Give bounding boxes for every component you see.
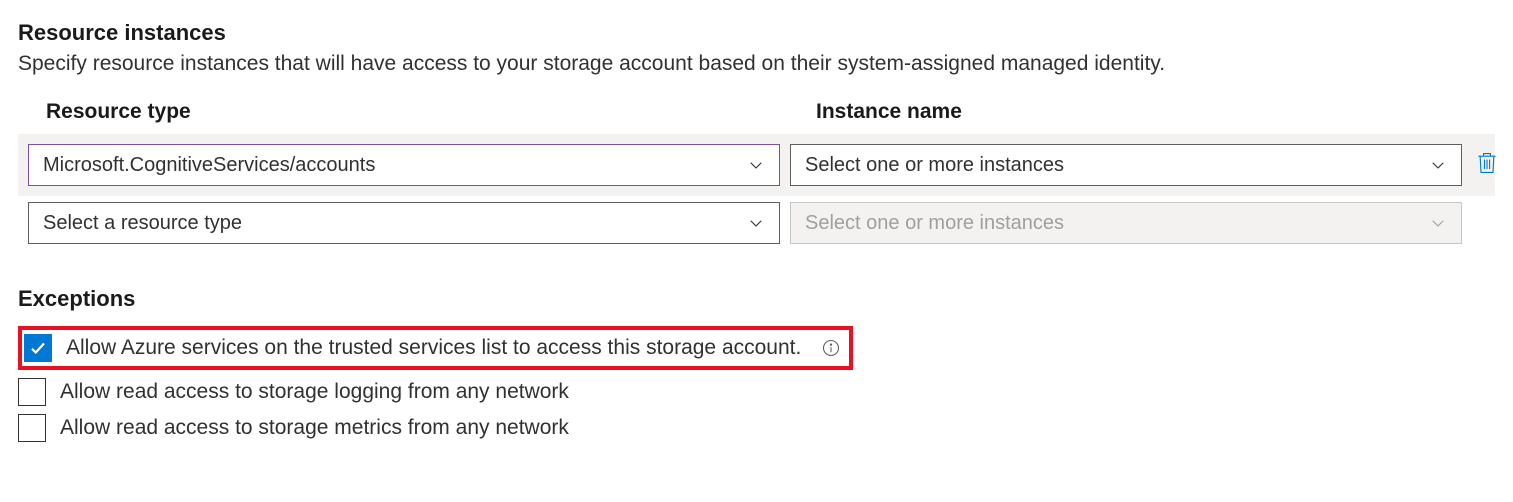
exception-row: Allow read access to storage logging fro… xyxy=(18,374,1495,410)
resource-row: Microsoft.CognitiveServices/accounts Sel… xyxy=(18,134,1495,196)
resource-type-value: Select a resource type xyxy=(43,212,747,235)
column-headers: Resource type Instance name xyxy=(18,100,1495,134)
instance-name-value: Select one or more instances xyxy=(805,154,1429,177)
highlight-annotation: Allow Azure services on the trusted serv… xyxy=(18,326,853,370)
column-header-resource-type: Resource type xyxy=(18,100,778,134)
info-icon[interactable] xyxy=(821,338,841,358)
resource-type-value: Microsoft.CognitiveServices/accounts xyxy=(43,154,747,177)
checkbox-allow-logging[interactable] xyxy=(18,378,46,406)
exception-label: Allow read access to storage logging fro… xyxy=(60,380,569,404)
chevron-down-icon xyxy=(1429,214,1447,232)
resource-type-dropdown[interactable]: Select a resource type xyxy=(28,202,780,244)
chevron-down-icon xyxy=(747,214,765,232)
exceptions-section: Exceptions Allow Azure services on the t… xyxy=(18,286,1495,446)
instance-name-dropdown[interactable]: Select one or more instances xyxy=(790,144,1462,186)
exception-label: Allow read access to storage metrics fro… xyxy=(60,416,569,440)
section-title: Resource instances xyxy=(18,20,1495,46)
resource-type-dropdown[interactable]: Microsoft.CognitiveServices/accounts xyxy=(28,144,780,186)
exception-row: Allow read access to storage metrics fro… xyxy=(18,410,1495,446)
exception-row: Allow Azure services on the trusted serv… xyxy=(18,322,1495,374)
chevron-down-icon xyxy=(1429,156,1447,174)
chevron-down-icon xyxy=(747,156,765,174)
checkbox-allow-metrics[interactable] xyxy=(18,414,46,442)
exception-label: Allow Azure services on the trusted serv… xyxy=(66,336,801,360)
resource-instances-section: Resource instances Specify resource inst… xyxy=(18,20,1495,250)
trash-icon xyxy=(1476,151,1498,180)
exceptions-title: Exceptions xyxy=(18,286,1495,312)
column-header-instance-name: Instance name xyxy=(788,100,1488,134)
delete-button[interactable] xyxy=(1476,150,1498,180)
instance-name-dropdown[interactable]: Select one or more instances xyxy=(790,202,1462,244)
checkbox-allow-trusted-services[interactable] xyxy=(24,334,52,362)
resource-row: Select a resource type Select one or mor… xyxy=(18,196,1495,250)
section-description: Specify resource instances that will hav… xyxy=(18,52,1495,76)
instance-name-value: Select one or more instances xyxy=(805,212,1429,235)
